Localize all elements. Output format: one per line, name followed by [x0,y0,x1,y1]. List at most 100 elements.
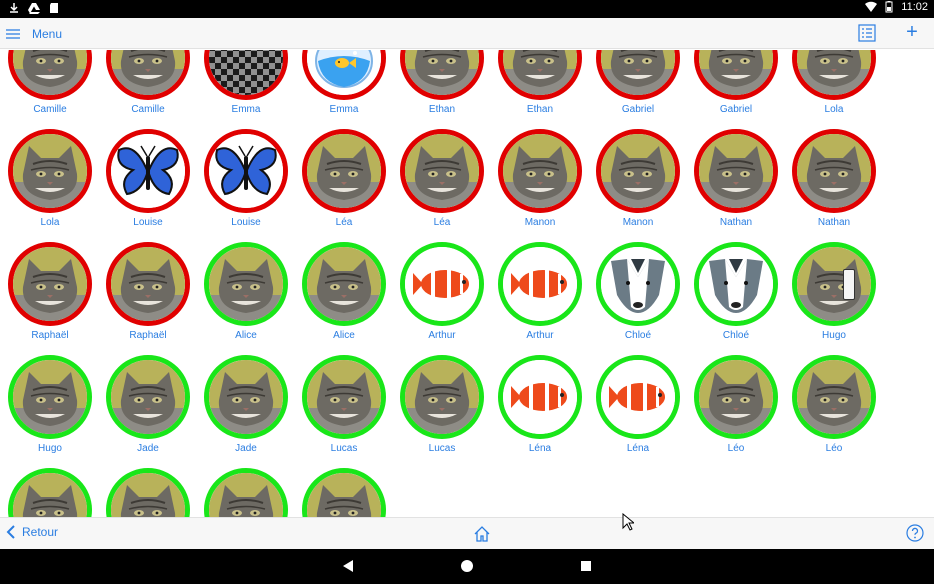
back-button[interactable]: Retour [6,525,58,539]
student-tile[interactable]: Hugo [7,355,105,468]
student-avatar [400,242,484,326]
student-name: Camille [131,104,165,115]
student-avatar [792,50,876,100]
student-tile[interactable]: Hugo [791,242,889,355]
student-name: Léo [727,443,745,454]
student-tile[interactable] [203,468,301,517]
student-tile[interactable]: Jade [203,355,301,468]
home-icon[interactable] [472,524,492,544]
student-tile[interactable]: Camille [105,50,203,129]
cat-photo-icon [307,473,381,517]
home-circle-icon[interactable] [460,559,474,573]
cat-photo-icon [601,134,675,208]
student-avatar [498,355,582,439]
help-icon[interactable] [906,524,924,542]
student-tile[interactable]: Lucas [399,355,497,468]
student-tile[interactable] [105,468,203,517]
student-avatar [596,242,680,326]
add-icon[interactable]: + [903,22,921,42]
cat-photo-icon [307,134,381,208]
student-tile[interactable]: Léna [497,355,595,468]
fishbowl-icon [307,50,381,95]
student-tile[interactable] [301,468,399,517]
cat-photo-icon [405,50,479,95]
student-tile[interactable]: Emma [203,50,301,129]
cat-photo-icon [209,247,283,321]
menu-button[interactable]: Menu [6,24,62,44]
student-tile[interactable]: Jade [105,355,203,468]
student-avatar [400,50,484,100]
cat-photo-icon [307,360,381,434]
student-avatar [694,129,778,213]
cat-photo-icon [699,50,773,95]
student-avatar [694,242,778,326]
student-tile[interactable]: Léna [595,355,693,468]
student-name: Louise [231,217,261,228]
student-avatar [596,50,680,100]
student-tile[interactable]: Alice [203,242,301,355]
student-name: Gabriel [719,104,753,115]
hamburger-icon [6,29,20,39]
student-name: Hugo [38,443,62,454]
student-tile[interactable]: Raphaël [7,242,105,355]
student-tile[interactable]: Emma [301,50,399,129]
student-tile[interactable]: Ethan [399,50,497,129]
student-name: Nathan [719,217,753,228]
student-tile[interactable]: Gabriel [693,50,791,129]
student-name: Léna [626,443,650,454]
student-avatar [400,355,484,439]
student-name: Louise [133,217,163,228]
student-avatar [8,50,92,100]
student-name: Lola [40,217,60,228]
student-tile[interactable]: Raphaël [105,242,203,355]
download-icon [10,3,18,13]
student-tile[interactable]: Louise [105,129,203,242]
student-tile[interactable]: Lola [7,129,105,242]
student-tile[interactable]: Léa [301,129,399,242]
student-tile[interactable]: Lucas [301,355,399,468]
student-avatar [106,50,190,100]
student-tile[interactable]: Léo [693,355,791,468]
menu-label: Menu [32,27,63,41]
recents-square-icon[interactable] [579,559,593,573]
student-tile[interactable]: Arthur [497,242,595,355]
student-tile[interactable]: Nathan [791,129,889,242]
student-tile[interactable] [7,468,105,517]
student-tile[interactable]: Gabriel [595,50,693,129]
student-tile[interactable]: Léo [791,355,889,468]
student-tile[interactable]: Camille [7,50,105,129]
student-tile[interactable]: Arthur [399,242,497,355]
student-avatar [204,129,288,213]
student-tile[interactable]: Manon [595,129,693,242]
wifi-icon [865,1,878,12]
cat-photo-icon [209,360,283,434]
drive-icon [28,3,40,14]
student-tile[interactable]: Léa [399,129,497,242]
student-name: Lola [824,104,844,115]
student-tile[interactable]: Ethan [497,50,595,129]
student-name: Jade [137,443,159,454]
student-name: Nathan [817,217,851,228]
cat-photo-icon [699,360,773,434]
student-tile[interactable]: Louise [203,129,301,242]
butterfly-icon [209,134,283,208]
student-avatar [792,242,876,326]
student-avatar [694,355,778,439]
student-tile[interactable]: Chloé [595,242,693,355]
student-avatar [302,50,386,100]
student-tile[interactable]: Lola [791,50,889,129]
list-view-icon[interactable] [858,24,876,42]
student-avatar [498,50,582,100]
status-time: 11:02 [901,1,928,13]
back-triangle-icon[interactable] [341,559,355,573]
scroll-handle[interactable] [843,269,855,300]
student-tile[interactable]: Nathan [693,129,791,242]
student-tile[interactable]: Chloé [693,242,791,355]
student-name: Léa [433,217,451,228]
student-tile[interactable]: Manon [497,129,595,242]
student-avatar [106,242,190,326]
student-name: Raphaël [129,330,167,341]
cat-photo-icon [111,50,185,95]
student-name: Léna [528,443,552,454]
student-tile[interactable]: Alice [301,242,399,355]
